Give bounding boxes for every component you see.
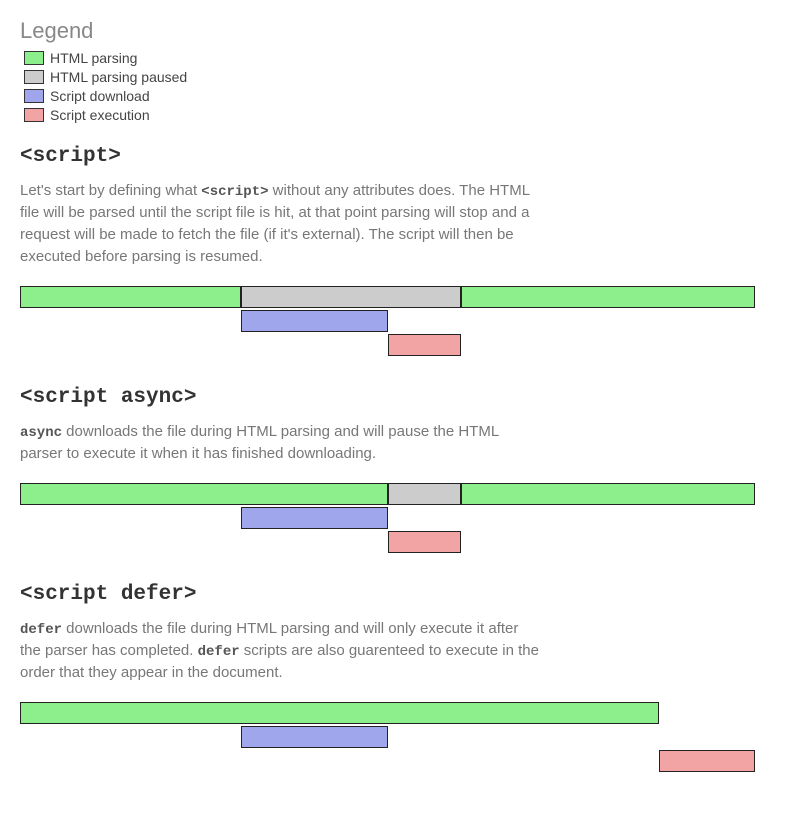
timeline-bar (659, 750, 755, 772)
legend: HTML parsing HTML parsing paused Script … (20, 50, 767, 123)
timeline-script (20, 286, 755, 358)
timeline-lane (20, 310, 755, 334)
timeline-lane (20, 750, 755, 774)
timeline-lane (20, 334, 755, 358)
legend-label: Script download (50, 88, 150, 104)
legend-item: Script download (20, 88, 767, 104)
timeline-bar (241, 310, 388, 332)
section-heading-script: <script> (20, 145, 767, 168)
swatch-paused (24, 70, 44, 84)
timeline-lane (20, 726, 755, 750)
timeline-bar (241, 726, 388, 748)
timeline-lane (20, 507, 755, 531)
timeline-defer (20, 702, 755, 774)
section-heading-async: <script async> (20, 386, 767, 409)
timeline-bar (241, 286, 462, 308)
section-desc-script: Let's start by defining what <script> wi… (20, 180, 540, 268)
legend-label: HTML parsing paused (50, 69, 187, 85)
timeline-bar (20, 483, 388, 505)
legend-item: HTML parsing paused (20, 69, 767, 85)
timeline-async (20, 483, 755, 555)
legend-label: Script execution (50, 107, 150, 123)
timeline-bar (388, 334, 462, 356)
section-desc-defer: defer downloads the file during HTML par… (20, 618, 540, 684)
timeline-bar (388, 483, 462, 505)
section-heading-defer: <script defer> (20, 583, 767, 606)
legend-title: Legend (20, 18, 767, 44)
swatch-download (24, 89, 44, 103)
timeline-lane (20, 531, 755, 555)
timeline-bar (241, 507, 388, 529)
legend-item: HTML parsing (20, 50, 767, 66)
timeline-lane (20, 286, 755, 310)
timeline-bar (461, 483, 755, 505)
timeline-bar (20, 286, 241, 308)
section-desc-async: async downloads the file during HTML par… (20, 421, 540, 465)
swatch-parsing (24, 51, 44, 65)
legend-label: HTML parsing (50, 50, 137, 66)
timeline-bar (461, 286, 755, 308)
timeline-bar (20, 702, 659, 724)
legend-item: Script execution (20, 107, 767, 123)
timeline-lane (20, 483, 755, 507)
swatch-exec (24, 108, 44, 122)
timeline-lane (20, 702, 755, 726)
timeline-bar (388, 531, 462, 553)
